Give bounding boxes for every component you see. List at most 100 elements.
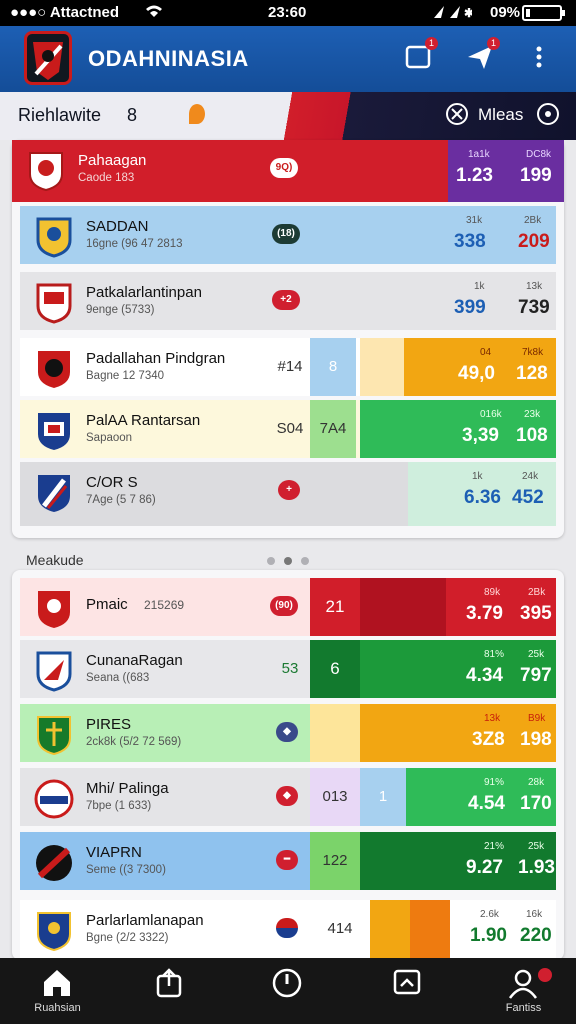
nav-profile[interactable]: Fantiss bbox=[466, 958, 576, 1024]
stat-block: 1a1k 1.23 DC8k 199 bbox=[448, 140, 564, 202]
rank-value: 53 bbox=[281, 660, 299, 677]
stat-value: 49,0 bbox=[458, 363, 495, 384]
score-pill: + bbox=[278, 480, 300, 500]
list-item[interactable]: VIAPRN Seme ((3 7300) ━ 122 21% 9.27 25k… bbox=[20, 832, 556, 890]
list-item[interactable]: PalAA Rantarsan Sapaoon S04 7A4 016k 3,3… bbox=[20, 400, 556, 458]
rank-bar: 7A4 bbox=[310, 400, 356, 458]
nav-timer[interactable] bbox=[230, 958, 345, 1024]
stat-label: 24k bbox=[522, 471, 539, 482]
stat-value: 797 bbox=[520, 665, 552, 686]
svg-text:✱: ✱ bbox=[464, 6, 472, 20]
stat-value: 399 bbox=[454, 297, 486, 318]
more-menu-button[interactable] bbox=[530, 43, 548, 71]
team-name: Mhi/ Palinga bbox=[86, 780, 169, 797]
list-item[interactable]: Pmaic 215269 (90) 21 89k 3.79 2Bk 395 bbox=[20, 578, 556, 636]
page-dot[interactable] bbox=[267, 557, 275, 565]
page-dot[interactable] bbox=[301, 557, 309, 565]
banner-right-label[interactable]: Mleas bbox=[478, 105, 523, 125]
notification-badge: 1 bbox=[487, 37, 500, 50]
list-item[interactable]: Pahaagan Caode 183 9Q) 1a1k 1.23 DC8k 19… bbox=[12, 140, 564, 202]
send-button[interactable]: 1 bbox=[466, 37, 500, 71]
banner-count: 8 bbox=[127, 105, 138, 125]
fill-bar bbox=[310, 704, 360, 762]
status-bar: ●●●○ Attactned 23:60 ✱ 09% bbox=[0, 0, 576, 26]
stat-label: 04 bbox=[480, 347, 492, 358]
team-name: Pmaic bbox=[86, 596, 128, 613]
team-crest bbox=[34, 588, 74, 630]
rank-bar: 6 bbox=[310, 640, 360, 698]
stat-label: 89k bbox=[484, 587, 501, 598]
rank-value: #14 bbox=[277, 358, 303, 375]
nav-home[interactable]: Ruahsian bbox=[0, 958, 115, 1024]
stat-label: 81% bbox=[484, 649, 505, 660]
banner-label[interactable]: Riehlawite bbox=[18, 105, 101, 126]
nav-home-label: Ruahsian bbox=[34, 1002, 81, 1014]
stat-value: 3Z8 bbox=[472, 729, 505, 750]
team-crest bbox=[34, 842, 74, 884]
list-item[interactable]: SADDAN 16gne (96 47 2813 (18) 31k 338 2B… bbox=[20, 206, 556, 264]
tablet-button[interactable]: 1 bbox=[404, 37, 438, 71]
team-crest bbox=[34, 910, 74, 952]
stat-label: 25k bbox=[528, 649, 545, 660]
stat-label: 23k bbox=[524, 409, 541, 420]
list-item[interactable]: PIRES 2ck8k (5/2 72 569) ◆ 13k 3Z8 B9k 1… bbox=[20, 704, 556, 762]
nav-media[interactable] bbox=[350, 958, 465, 1024]
media-icon bbox=[393, 969, 421, 995]
close-icon[interactable] bbox=[445, 102, 469, 131]
share-icon bbox=[156, 968, 182, 998]
stat-label: B9k bbox=[528, 713, 546, 724]
app-bar: ODAHNINASIA 1 1 bbox=[0, 26, 576, 92]
wifi-icon bbox=[145, 4, 163, 22]
stat-value: 6.36 bbox=[464, 487, 501, 508]
list-item[interactable]: Mhi/ Palinga 7bpe (1 633) ◆ 013 1 91% 4.… bbox=[20, 768, 556, 826]
stat-label: 28k bbox=[528, 777, 545, 788]
team-crest bbox=[34, 348, 74, 390]
stat-block: 21% 9.27 25k 1.93 bbox=[360, 832, 556, 890]
status-time: 23:60 bbox=[268, 4, 307, 21]
team-subtitle: 2ck8k (5/2 72 569) bbox=[86, 736, 182, 748]
score-pill: ━ bbox=[276, 850, 298, 870]
team-subtitle: Sapaoon bbox=[86, 432, 133, 444]
team-crest bbox=[34, 778, 74, 820]
stat-value: 3,39 bbox=[462, 425, 499, 446]
team-subtitle: Seme ((3 7300) bbox=[86, 864, 166, 876]
stat-value: 170 bbox=[520, 793, 552, 814]
list-item[interactable]: C/OR S 7Age (5 7 86) + 1k 6.36 24k 452 bbox=[20, 462, 556, 526]
stat-block: 016k 3,39 23k 108 bbox=[360, 400, 556, 458]
list-item[interactable]: Parlarlamlanapan Bgne (2/2 3322) 414 2.6… bbox=[20, 900, 556, 960]
score-pill: (90) bbox=[270, 596, 298, 616]
team-name: Patkalarlantinpan bbox=[86, 284, 202, 301]
list-item[interactable]: Padallahan Pindgran Bagne 12 7340 #14 8 … bbox=[20, 338, 556, 396]
stat-label: 7k8k bbox=[522, 347, 544, 358]
stat-value: 395 bbox=[520, 603, 552, 624]
stat-label: 21% bbox=[484, 841, 505, 852]
stat-value: 4.54 bbox=[468, 793, 505, 814]
team-name: PalAA Rantarsan bbox=[86, 412, 201, 429]
notification-badge bbox=[538, 968, 552, 982]
stat-value: 108 bbox=[516, 425, 548, 446]
app-logo[interactable] bbox=[24, 31, 72, 85]
page-dot-active[interactable] bbox=[284, 557, 292, 565]
stat-value: 1.90 bbox=[470, 925, 507, 946]
stat-value: 452 bbox=[512, 487, 544, 508]
location-icon: ✱ bbox=[432, 4, 474, 24]
stat-value: 9.27 bbox=[466, 857, 503, 878]
more-vertical-icon bbox=[536, 46, 542, 68]
team-subtitle: Bagne 12 7340 bbox=[86, 370, 165, 382]
score-pill: 9Q) bbox=[270, 158, 298, 178]
stat-block: 13k 3Z8 B9k 198 bbox=[360, 704, 556, 762]
score-pill: (18) bbox=[272, 224, 300, 244]
stat-label: 2Bk bbox=[524, 215, 542, 226]
team-crest bbox=[34, 282, 74, 324]
team-subtitle: Seana ((683 bbox=[86, 672, 150, 684]
stat-block: 1k 6.36 24k 452 bbox=[408, 462, 556, 526]
list-item[interactable]: CunanaRagan Seana ((683 53 6 81% 4.34 25… bbox=[20, 640, 556, 698]
battery-icon bbox=[522, 5, 566, 25]
info-icon[interactable] bbox=[536, 102, 560, 131]
stat-value: 220 bbox=[520, 925, 552, 946]
standings-card-2: Pmaic 215269 (90) 21 89k 3.79 2Bk 395 Cu… bbox=[12, 570, 564, 960]
nav-share[interactable] bbox=[112, 958, 227, 1024]
rank-bar: 8 bbox=[310, 338, 356, 396]
stat-label: 1k bbox=[472, 471, 483, 482]
list-item[interactable]: Patkalarlantinpan 9enge (5733) +2 1k 399… bbox=[20, 272, 556, 330]
